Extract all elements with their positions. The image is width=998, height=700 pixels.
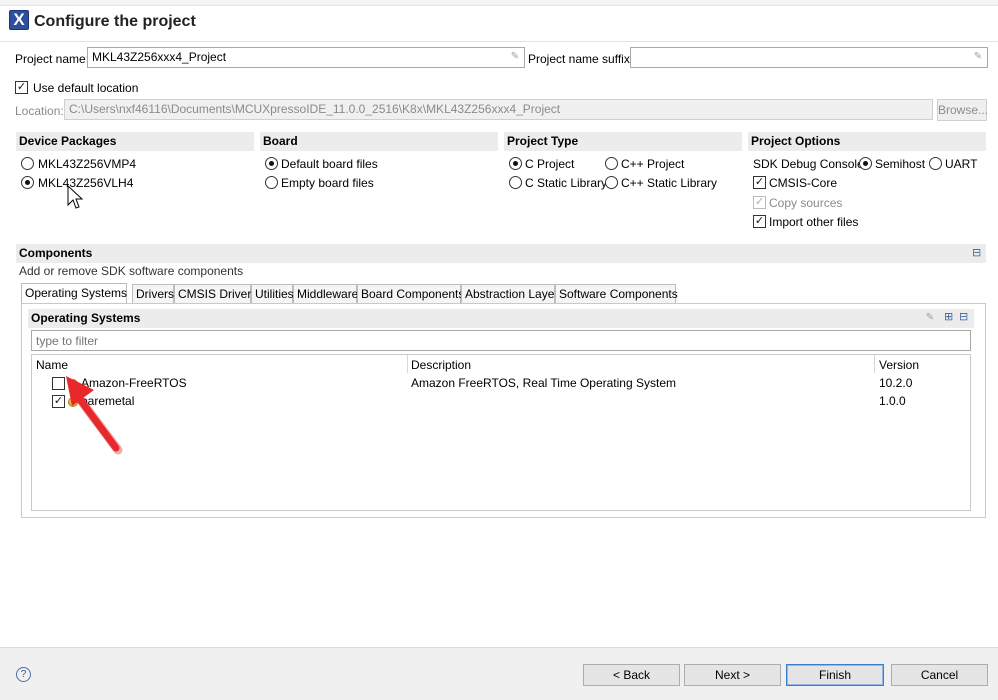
table-row-name: Amazon-FreeRTOS (81, 376, 187, 390)
board-option-label: Default board files (281, 157, 378, 171)
amazon-freertos-checkbox[interactable] (52, 377, 65, 390)
tab-middleware[interactable]: Middleware (293, 284, 358, 303)
collapse-icon[interactable]: ⊟ (972, 246, 981, 259)
tab-utilities[interactable]: Utilities (251, 284, 294, 303)
device-package-radio[interactable] (21, 176, 34, 189)
cancel-button[interactable]: Cancel (891, 664, 988, 686)
project-name-suffix-input[interactable] (630, 47, 988, 68)
baremetal-checkbox[interactable]: ✓ (52, 395, 65, 408)
project-type-radio[interactable] (605, 157, 618, 170)
tab-board-components[interactable]: Board Components (357, 284, 464, 303)
project-type-label: C++ Project (621, 157, 685, 171)
location-label: Location: (15, 104, 64, 118)
back-button[interactable]: < Back (583, 664, 680, 686)
cmsis-core-checkbox[interactable]: ✓ (753, 176, 766, 189)
semihost-label: Semihost (875, 157, 926, 171)
expand-all-icon[interactable]: ⊞ (944, 310, 953, 323)
use-default-location-checkbox[interactable]: ✓ (15, 81, 28, 94)
device-package-radio[interactable] (21, 157, 34, 170)
semihost-radio[interactable] (859, 157, 872, 170)
filter-input[interactable] (31, 330, 971, 351)
board-radio[interactable] (265, 157, 278, 170)
next-button[interactable]: Next > (684, 664, 781, 686)
project-type-label: C Static Library (525, 176, 608, 190)
column-header-version[interactable]: Version (879, 358, 919, 372)
help-icon[interactable]: ? (16, 667, 31, 682)
board-option-label: Empty board files (281, 176, 374, 190)
edit-pencil-icon[interactable]: ✎ (509, 51, 521, 63)
project-name-suffix-label: Project name suffix: (528, 52, 634, 66)
project-type-radio[interactable] (605, 176, 618, 189)
component-icon (68, 379, 78, 389)
project-type-radio[interactable] (509, 157, 522, 170)
board-radio[interactable] (265, 176, 278, 189)
uart-radio[interactable] (929, 157, 942, 170)
edit-pencil-icon[interactable]: ✎ (972, 51, 984, 63)
tab-cmsis-drivers[interactable]: CMSIS Drivers (174, 284, 257, 303)
project-type-radio[interactable] (509, 176, 522, 189)
column-separator[interactable] (874, 355, 875, 373)
column-header-name[interactable]: Name (36, 358, 68, 372)
import-other-files-label: Import other files (769, 215, 859, 229)
table-row-version: 10.2.0 (879, 376, 913, 390)
app-logo-icon: X (9, 10, 29, 30)
tab-software-components[interactable]: Software Components (555, 284, 678, 303)
copy-sources-label: Copy sources (769, 196, 843, 210)
tab-abstraction-layer[interactable]: Abstraction Layer (461, 284, 558, 303)
table-row-version: 1.0.0 (879, 394, 906, 408)
column-header-description[interactable]: Description (411, 358, 471, 372)
project-options-header: Project Options (748, 132, 986, 151)
operating-systems-header: Operating Systems (28, 309, 974, 328)
tab-drivers[interactable]: Drivers (132, 284, 174, 303)
import-other-files-checkbox[interactable]: ✓ (753, 215, 766, 228)
table-row-name: baremetal (81, 394, 135, 408)
board-header: Board (260, 132, 498, 151)
project-type-label: C++ Static Library (621, 176, 718, 190)
finish-button[interactable]: Finish (786, 664, 884, 686)
edit-pencil-icon[interactable]: ✎ (924, 312, 936, 324)
tab-operating-systems[interactable]: Operating Systems (21, 283, 127, 304)
sdk-debug-console-label: SDK Debug Console (753, 157, 864, 171)
device-packages-header: Device Packages (16, 132, 254, 151)
project-type-label: C Project (525, 157, 575, 171)
dialog-title: Configure the project (34, 13, 196, 30)
table-row-description: Amazon FreeRTOS, Real Time Operating Sys… (411, 376, 676, 390)
project-name-label: Project name: (15, 52, 90, 66)
cmsis-core-label: CMSIS-Core (769, 176, 838, 190)
use-default-location-label: Use default location (33, 81, 139, 95)
location-input: C:\Users\nxf46116\Documents\MCUXpressoID… (64, 99, 933, 120)
components-header: Components (16, 244, 986, 263)
component-icon (68, 397, 78, 407)
project-type-header: Project Type (504, 132, 742, 151)
device-package-label: MKL43Z256VLH4 (38, 176, 134, 190)
device-package-label: MKL43Z256VMP4 (38, 157, 137, 171)
components-description: Add or remove SDK software components (19, 264, 244, 278)
browse-button: Browse... (937, 99, 988, 121)
project-name-input[interactable]: MKL43Z256xxx4_Project (87, 47, 525, 68)
copy-sources-checkbox: ✓ (753, 196, 766, 209)
collapse-all-icon[interactable]: ⊟ (959, 310, 968, 323)
column-separator[interactable] (407, 355, 408, 373)
uart-label: UART (945, 157, 978, 171)
